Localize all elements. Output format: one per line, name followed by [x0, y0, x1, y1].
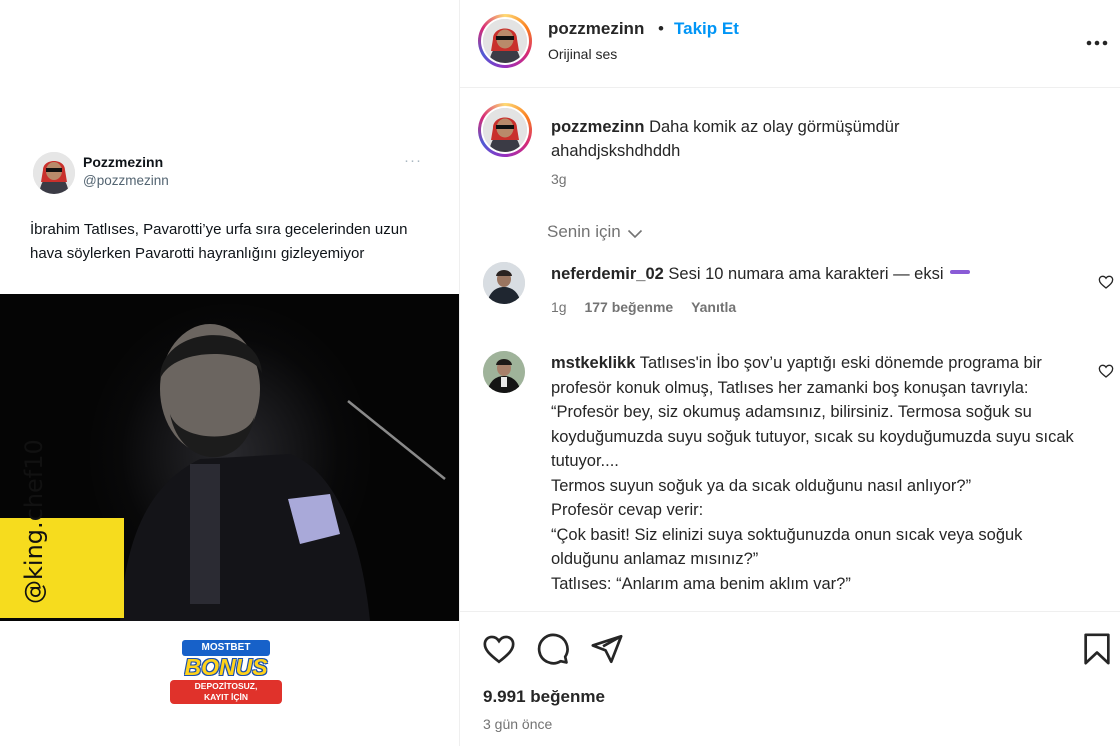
video-frame[interactable]: @king.chef10 [0, 294, 459, 621]
more-horizontal-icon[interactable] [1086, 26, 1108, 52]
tweet-more-icon: ··· [404, 152, 422, 169]
comment-line-3: Termos suyun soğuk ya da sıcak olduğunu … [551, 476, 972, 495]
caption-username[interactable]: pozzmezinn [551, 118, 645, 136]
comment-time[interactable]: 1g [551, 299, 567, 315]
comment-filter[interactable]: Senin için [547, 222, 643, 242]
comment-avatar[interactable] [483, 351, 525, 393]
ad-logo: MOSTBET BONUS DEPOZİTOSUZ, KAYIT İÇİN [170, 640, 282, 704]
comment-username[interactable]: neferdemir_02 [551, 265, 664, 283]
caption: pozzmezinn Daha komik az olay görmüşümdü… [551, 115, 991, 163]
chevron-down-icon [627, 229, 642, 239]
comment: neferdemir_02 Sesi 10 numara ama karakte… [551, 262, 1086, 287]
reply-button[interactable]: Yanıtla [691, 299, 736, 315]
like-count[interactable]: 9.991 beğenme [483, 687, 605, 707]
comment-filter-label: Senin için [547, 222, 621, 241]
post-details-panel: pozzmezinn • Takip Et Orijinal ses pozzm… [459, 0, 1120, 746]
follow-button[interactable]: Takip Et [674, 19, 739, 39]
tweet-avatar [33, 152, 75, 194]
comment-heart-icon[interactable] [1098, 363, 1114, 379]
ad-headline: BONUS [184, 654, 268, 680]
caption-avatar[interactable] [478, 103, 532, 157]
watermark-badge: @king.chef10 [0, 439, 124, 618]
comment-icon[interactable] [536, 632, 570, 666]
bookmark-icon[interactable] [1082, 632, 1112, 666]
audio-link[interactable]: Orijinal ses [548, 46, 617, 62]
post-date[interactable]: 3 gün önce [483, 716, 552, 732]
comment-emoji [949, 270, 970, 274]
comment-meta: 1g 177 beğenme Yanıtla [551, 299, 750, 315]
comment-line-2: “Profesör bey, siz okumuş adamsınız, bil… [551, 403, 1074, 470]
comment-line-4: Profesör cevap verir: [551, 501, 704, 519]
tweet-screenshot: Pozzmezinn @pozzmezinn ··· İbrahim Tatlı… [0, 0, 459, 294]
ad-subline: DEPOZİTOSUZ, KAYIT İÇİN [170, 680, 282, 704]
post-header: pozzmezinn • Takip Et Orijinal ses [460, 0, 1120, 88]
caption-time[interactable]: 3g [551, 171, 567, 187]
header-separator: • [658, 19, 664, 38]
comments-list[interactable]: pozzmezinn Daha komik az olay görmüşümdü… [460, 89, 1120, 611]
watermark-text: @king.chef10 [20, 439, 48, 604]
post-actions: 9.991 beğenme 3 gün önce [460, 611, 1120, 746]
comment-line-5: “Çok basit! Siz elinizi suya soktuğunuzd… [551, 525, 1023, 569]
comment-like-count[interactable]: 177 beğenme [584, 299, 673, 315]
tweet-author-name: Pozzmezinn [83, 154, 164, 170]
comment-avatar[interactable] [483, 262, 525, 304]
comment-line-6: Tatlıses: “Anlarım ama benim aklım var?” [551, 574, 851, 593]
comment-username[interactable]: mstkeklikk [551, 354, 635, 372]
author-username[interactable]: pozzmezinn [548, 19, 644, 39]
heart-icon[interactable] [482, 632, 516, 666]
comment-text: Sesi 10 numara ama karakteri — eksi [668, 265, 944, 283]
tweet-author-handle: @pozzmezinn [83, 173, 169, 188]
post-media[interactable]: Pozzmezinn @pozzmezinn ··· İbrahim Tatlı… [0, 0, 459, 746]
author-avatar[interactable] [478, 14, 532, 68]
comment-line-1: mstkeklikk Tatlıses'in İbo şov’u yaptığı… [551, 351, 1086, 400]
share-icon[interactable] [590, 632, 624, 666]
comment-heart-icon[interactable] [1098, 274, 1114, 290]
ad-subline-1: DEPOZİTOSUZ, [194, 681, 258, 691]
comment: mstkeklikk Tatlıses'in İbo şov’u yaptığı… [551, 351, 1086, 596]
tweet-text: İbrahim Tatlıses, Pavarotti’ye urfa sıra… [30, 221, 408, 262]
ad-subline-2: KAYIT İÇİN [203, 692, 249, 702]
